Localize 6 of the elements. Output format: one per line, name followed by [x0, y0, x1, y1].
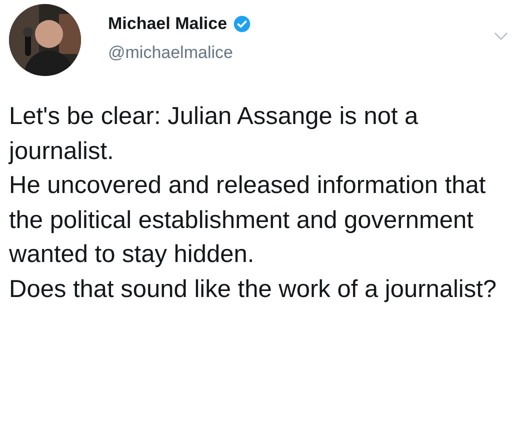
tweet-text: Does that sound like the work of a journalist?	[9, 274, 498, 304]
chevron-down-icon[interactable]	[494, 32, 508, 41]
tweet-text: He uncovered and released information that the political establishment and government wanted to stay hidden.	[9, 171, 487, 270]
display-name: Michael Malice	[108, 14, 228, 34]
tweet-text: Let's be clear: Julian Assange is not a journalist.	[9, 102, 420, 166]
username: @michaelmalice	[108, 43, 234, 63]
